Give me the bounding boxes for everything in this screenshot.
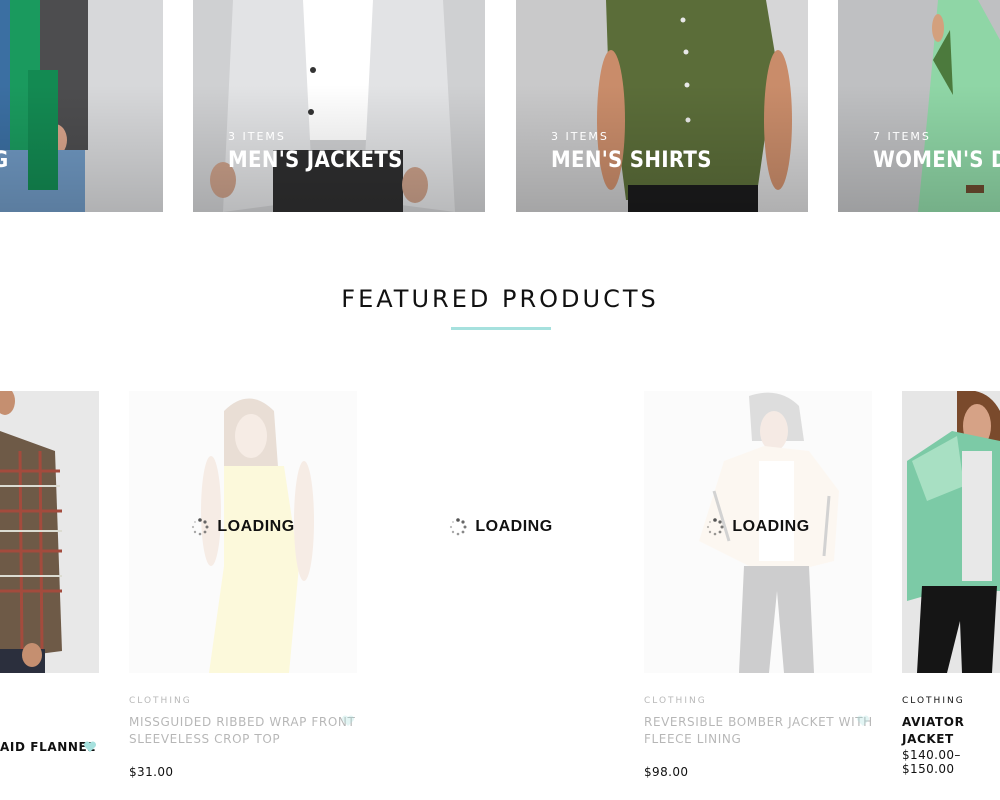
product-title-line-2[interactable]: SLEEVELESS CROP TOP: [129, 731, 280, 748]
loading-indicator: LOADING: [644, 518, 872, 536]
product-title-line-1[interactable]: REVERSIBLE BOMBER JACKET WITH: [644, 714, 873, 731]
section-title: FEATURED PRODUCTS: [341, 285, 659, 313]
spinner-icon: [192, 518, 209, 536]
heart-icon[interactable]: [83, 741, 97, 753]
category-name: MEN'S SHIRTS: [551, 148, 712, 173]
tile-shade: [838, 0, 1000, 212]
category-count: 3 ITEMS: [228, 130, 286, 143]
loading-label: LOADING: [732, 518, 810, 535]
category-tile-0[interactable]: G: [0, 0, 163, 212]
heart-icon[interactable]: [856, 715, 870, 727]
category-count: 3 ITEMS: [551, 130, 609, 143]
product-category[interactable]: CLOTHING: [129, 696, 192, 706]
page: G 3 ITEMS MEN'S JACKETS 3 ITEMS MEN'S SH…: [0, 0, 1000, 800]
product-price: $140.00–$150.00: [902, 748, 961, 776]
heart-icon[interactable]: [341, 715, 355, 727]
tile-shade: [516, 0, 808, 212]
product-price: $31.00: [129, 765, 174, 779]
category-tile-mens-jackets[interactable]: 3 ITEMS MEN'S JACKETS: [193, 0, 485, 212]
product-image-0[interactable]: [0, 391, 99, 673]
loading-indicator: LOADING: [129, 518, 357, 536]
product-title-line-1[interactable]: MISSGUIDED RIBBED WRAP FRONT: [129, 714, 355, 731]
spinner-icon: [707, 518, 724, 536]
product-image-1[interactable]: LOADING: [129, 391, 357, 673]
product-image-3[interactable]: LOADING: [644, 391, 872, 673]
product-title[interactable]: AID FLANNEL: [0, 739, 96, 756]
product-price: $98.00: [644, 765, 689, 779]
category-name: MEN'S JACKETS: [228, 148, 403, 173]
product-category[interactable]: CLOTHING: [902, 696, 965, 706]
loading-label: LOADING: [475, 518, 553, 535]
product-category[interactable]: CLOTHING: [644, 696, 707, 706]
spinner-icon: [450, 518, 467, 536]
category-tile-mens-shirts[interactable]: 3 ITEMS MEN'S SHIRTS: [516, 0, 808, 212]
category-name: WOMEN'S DR: [873, 148, 1000, 173]
product-photo: [902, 391, 1000, 673]
product-title-line-2[interactable]: FLEECE LINING: [644, 731, 741, 748]
tile-shade: [193, 0, 485, 212]
product-photo: [0, 391, 99, 673]
loading-label: LOADING: [217, 518, 295, 535]
category-count: 7 ITEMS: [873, 130, 931, 143]
category-tile-womens-dresses[interactable]: 7 ITEMS WOMEN'S DR: [838, 0, 1000, 212]
loading-indicator: LOADING: [387, 518, 615, 536]
product-image-4[interactable]: [902, 391, 1000, 673]
title-underline: [451, 327, 551, 330]
product-image-2[interactable]: LOADING: [387, 391, 615, 673]
product-title[interactable]: AVIATOR JACKET: [902, 714, 1000, 748]
category-name: G: [0, 148, 9, 173]
tile-shade: [0, 0, 163, 212]
